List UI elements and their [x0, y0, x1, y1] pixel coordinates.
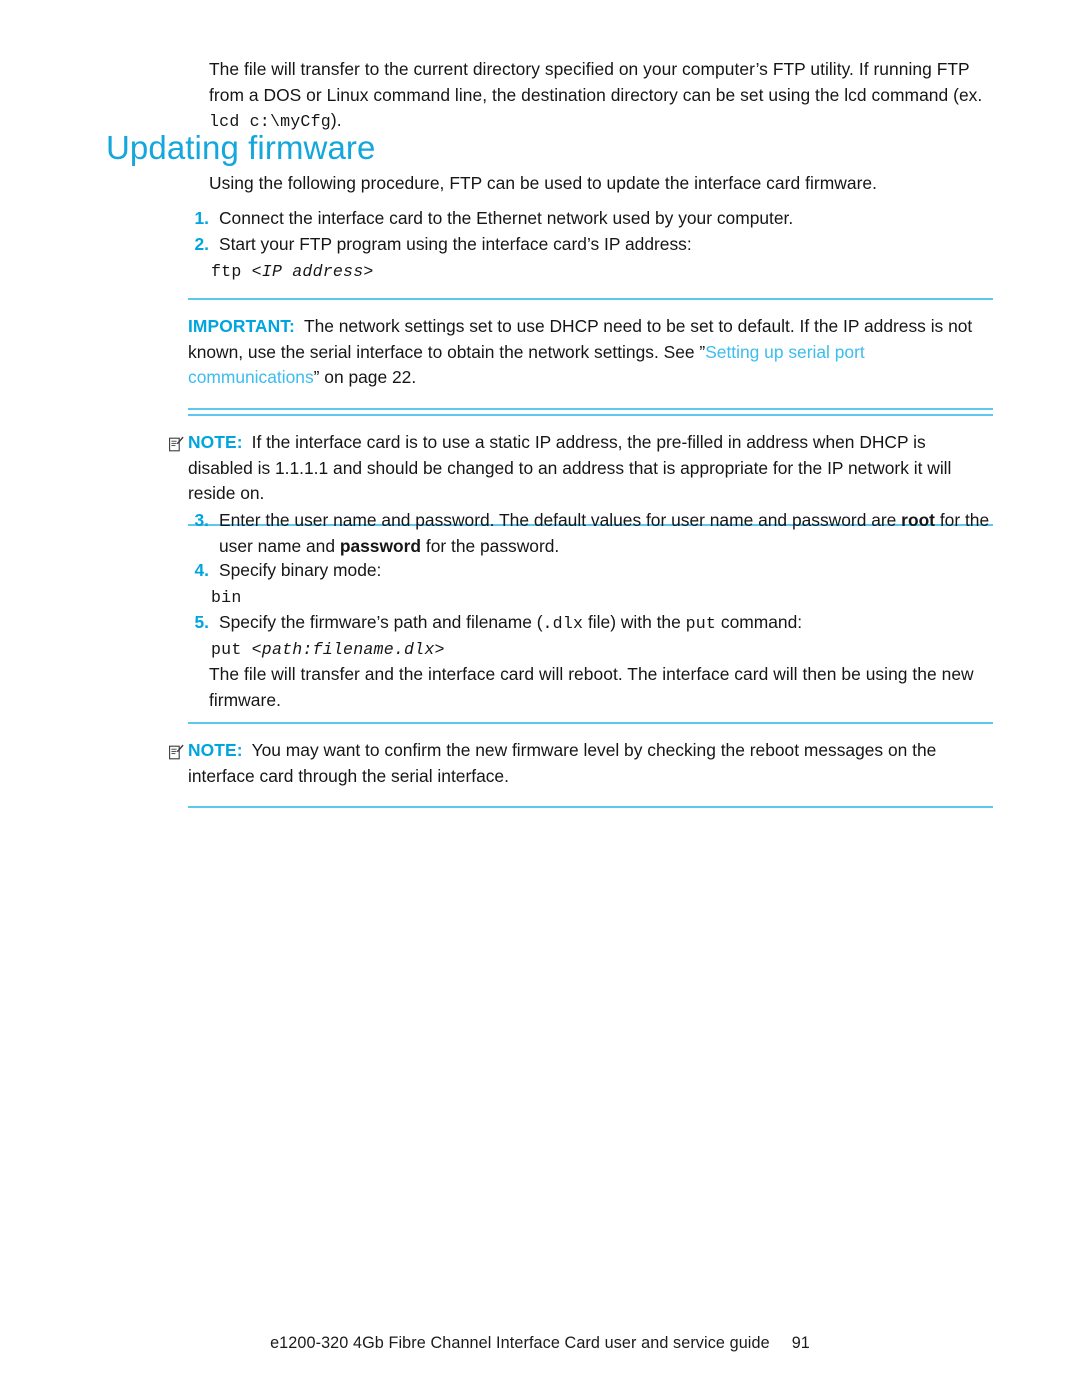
intro-paragraph: The file will transfer to the current di… — [209, 57, 994, 135]
code-line-put: put <path:filename.dlx> — [211, 636, 996, 663]
document-page: The file will transfer to the current di… — [0, 0, 1080, 1397]
list-item-step-3: 3. Enter the user name and password. The… — [184, 508, 994, 559]
code-block-ftp: ftp <IP address> — [211, 258, 996, 285]
code-ftp-arg: <IP address> — [251, 262, 374, 281]
intro-paragraph-text-2: ). — [330, 110, 342, 130]
admonition-important-text-2: ” on page 22. — [313, 367, 417, 387]
admonition-rule-top — [188, 414, 993, 416]
intro-paragraph-text-1: The file will transfer to the current di… — [209, 59, 983, 105]
list-item-step-5: 5. Specify the firmware’s path and filen… — [184, 610, 994, 637]
step-text-5: Specify the firmware’s path and filename… — [209, 610, 994, 637]
step-5-text-2: file) with the — [583, 612, 686, 632]
step-number-3: 3. — [194, 510, 209, 530]
step-number-2: 2. — [194, 234, 209, 254]
list-item-step-1: 1. Connect the interface card to the Eth… — [184, 206, 994, 232]
lead-paragraph: Using the following procedure, FTP can b… — [209, 173, 878, 193]
code-put-arg: <path:filename.dlx> — [251, 640, 445, 659]
admonition-note-label: NOTE: — [188, 432, 243, 452]
admonition-rule-bottom — [188, 806, 993, 808]
step-text-2: Start your FTP program using the interfa… — [219, 234, 692, 254]
inline-code-dlx: .dlx — [542, 614, 584, 633]
step-3-text-3: for the password. — [421, 535, 560, 556]
list-item-step-2: 2. Start your FTP program using the inte… — [184, 232, 994, 258]
note-pencil-icon — [169, 434, 184, 452]
code-line-bin: bin — [211, 584, 996, 611]
admonition-rule-top — [188, 722, 993, 724]
admonition-note-confirm-firmware: NOTE: You may want to confirm the new fir… — [169, 722, 993, 808]
footer-page-number: 91 — [791, 1334, 810, 1352]
step-3-bold-password: password — [339, 535, 422, 556]
step-5-text-1: Specify the firmware’s path and filename… — [219, 612, 543, 632]
page-footer: e1200-320 4Gb Fibre Channel Interface Ca… — [0, 1334, 1080, 1353]
admonition-note-static-ip-body: NOTE: If the interface card is to use a s… — [169, 430, 993, 507]
list-item-step-4: 4. Specify binary mode: — [184, 558, 994, 584]
code-bin: bin — [211, 588, 242, 607]
inline-code-put: put — [685, 614, 717, 633]
step-3-text-1: Enter the user name and password. The de… — [219, 510, 902, 530]
footer-guide-title: e1200-320 4Gb Fibre Channel Interface Ca… — [270, 1334, 770, 1352]
code-ftp-prefix: ftp — [211, 262, 252, 281]
transfer-paragraph-block: The file will transfer and the interface… — [209, 662, 994, 713]
code-block-bin: bin — [211, 584, 996, 611]
admonition-note-confirm-text: You may want to confirm the new firmware… — [188, 740, 937, 786]
step-number-1: 1. — [194, 208, 209, 228]
lead-paragraph-block: Using the following procedure, FTP can b… — [209, 171, 994, 197]
admonition-rule-top — [188, 298, 993, 300]
step-number-4: 4. — [194, 560, 209, 580]
section-heading: Updating firmware — [106, 129, 376, 166]
admonition-note-static-ip-text: If the interface card is to use a static… — [188, 432, 952, 503]
intro-paragraph-block: The file will transfer to the current di… — [209, 57, 994, 135]
step-text-1: Connect the interface card to the Ethern… — [219, 208, 794, 228]
admonition-note-label: NOTE: — [188, 740, 243, 760]
transfer-paragraph: The file will transfer and the interface… — [209, 664, 974, 710]
step-3-bold-root: root — [901, 510, 935, 530]
step-text-4: Specify binary mode: — [219, 560, 382, 580]
admonition-important: IMPORTANT: The network settings set to us… — [188, 298, 993, 410]
admonition-note-confirm-body: NOTE: You may want to confirm the new fir… — [169, 738, 993, 789]
admonition-important-body: IMPORTANT: The network settings set to us… — [188, 314, 993, 391]
note-pencil-icon — [169, 742, 184, 760]
step-number-5: 5. — [194, 612, 209, 632]
code-line-ftp: ftp <IP address> — [211, 258, 996, 285]
admonition-important-label: IMPORTANT: — [188, 316, 295, 336]
step-text-3: Enter the user name and password. The de… — [209, 508, 994, 559]
code-put-prefix: put — [211, 640, 252, 659]
step-5-text-3: command: — [716, 612, 803, 632]
code-block-put: put <path:filename.dlx> — [211, 636, 996, 663]
admonition-rule-bottom — [188, 407, 993, 410]
